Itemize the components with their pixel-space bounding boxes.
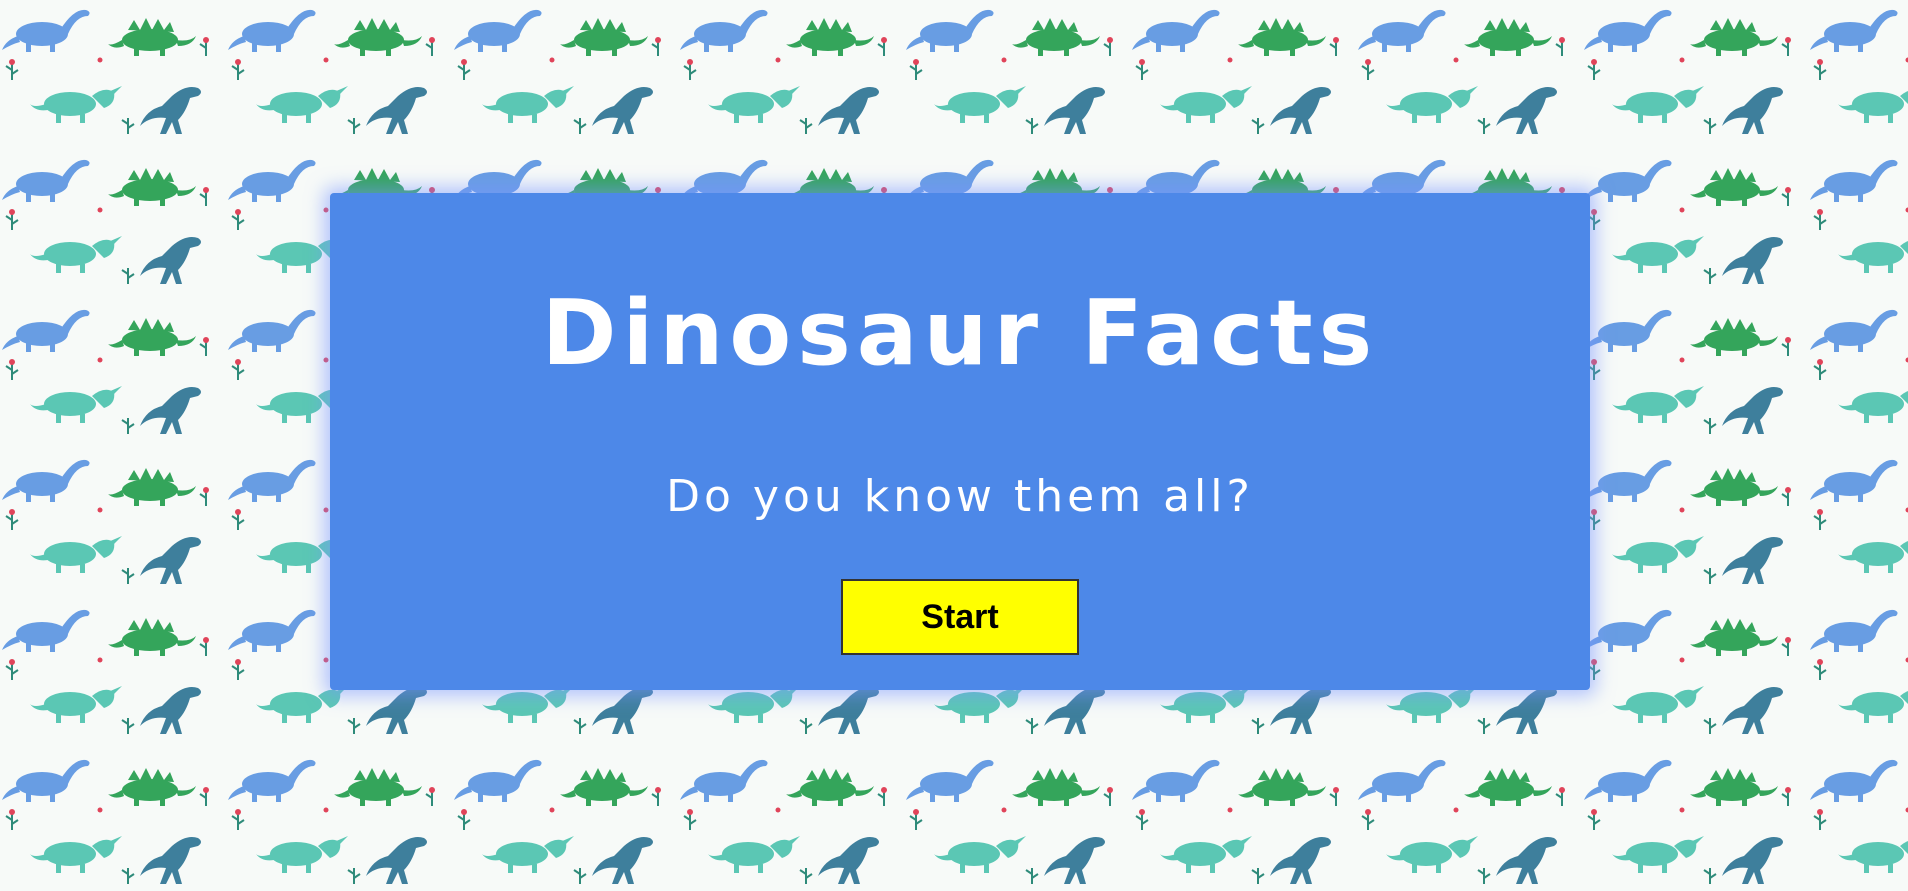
page-title: Dinosaur Facts [541,281,1379,386]
page-subtitle: Do you know them all? [666,471,1254,522]
intro-card: Dinosaur Facts Do you know them all? Sta… [330,193,1590,690]
start-button[interactable]: Start [841,579,1079,655]
